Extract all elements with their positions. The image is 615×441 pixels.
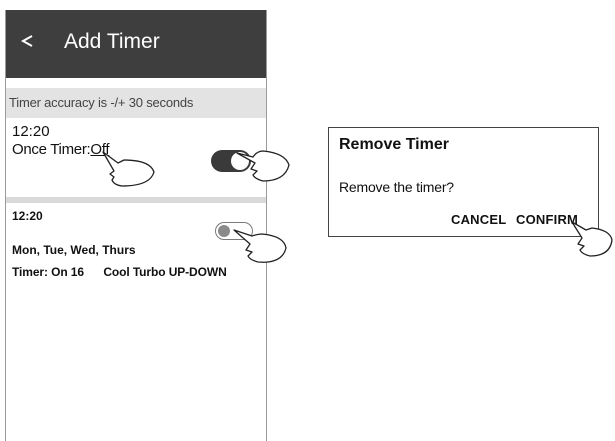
- page-title: Add Timer: [64, 30, 160, 53]
- timer2-mode: Cool: [103, 265, 130, 279]
- pointing-hand-icon: [571, 221, 613, 257]
- accuracy-notice: Timer accuracy is -/+ 30 seconds: [6, 88, 266, 118]
- pointing-hand-icon: [233, 229, 287, 263]
- timer2-swing: UP-DOWN: [168, 265, 227, 279]
- app-bar: Add Timer: [6, 10, 266, 78]
- timer2-days: Mon, Tue, Wed, Thurs: [12, 243, 136, 257]
- pointing-hand-icon: [102, 151, 155, 187]
- remove-timer-dialog: Remove Timer Remove the timer? CANCEL CO…: [328, 127, 599, 237]
- dialog-title: Remove Timer: [339, 136, 449, 153]
- toggle-knob: [218, 225, 230, 237]
- timer2-timer-label: Timer: On 16: [12, 265, 84, 279]
- timer1-mode-label: Once Timer:: [12, 141, 91, 158]
- timer-separator: [6, 197, 266, 203]
- timer2-fan: Turbo: [132, 265, 166, 279]
- pointing-hand-icon: [236, 150, 290, 182]
- timer1-time: 12:20: [12, 123, 50, 140]
- back-arrow-icon[interactable]: [18, 31, 38, 51]
- timer2-settings: Timer: On 16 Cool Turbo UP-DOWN: [12, 265, 227, 279]
- dialog-message: Remove the timer?: [339, 179, 454, 195]
- cancel-button[interactable]: CANCEL: [451, 212, 506, 227]
- confirm-button[interactable]: CONFIRM: [516, 212, 578, 227]
- phone-screen: Add Timer Timer accuracy is -/+ 30 secon…: [5, 10, 267, 441]
- timer2-time: 12:20: [12, 209, 43, 223]
- timer1-mode: Once Timer:Off: [12, 141, 110, 158]
